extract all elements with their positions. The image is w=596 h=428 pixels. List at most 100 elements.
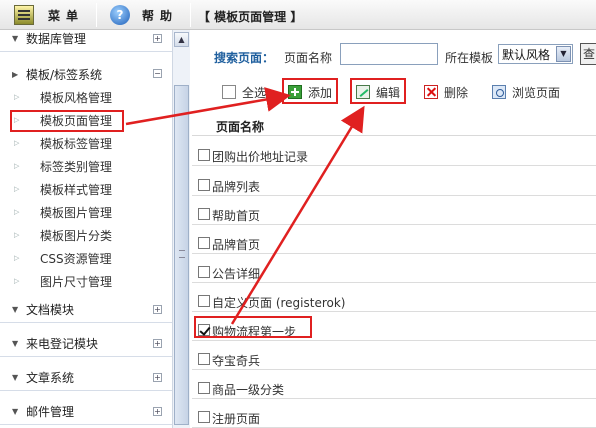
sidebar-group-article[interactable]: ▼ 文章系统 + <box>0 365 172 391</box>
collapse-icon[interactable]: − <box>153 69 162 78</box>
row-label: 夺宝奇兵 <box>212 354 261 368</box>
sidebar: ▼ 数据库管理 + ▶ 模板/标签系统 − ▷ 模板风格管理 ▷ 模板页面管理 … <box>0 30 172 428</box>
scrollbar-thumb[interactable] <box>174 85 189 425</box>
row-checkbox[interactable] <box>198 382 210 394</box>
dotted-arrow-icon: ▷ <box>14 254 20 262</box>
sidebar-group-database[interactable]: ▼ 数据库管理 + <box>0 30 172 52</box>
sidebar-item-template-tag[interactable]: ▷ 模板标签管理 <box>14 133 112 153</box>
delete-icon <box>424 85 438 99</box>
column-header-page-name: 页面名称 <box>216 120 265 134</box>
sidebar-item-label: 图片尺寸管理 <box>40 274 113 289</box>
row-label: 品牌列表 <box>212 180 261 194</box>
sidebar-group-label: 文章系统 <box>26 371 75 385</box>
sidebar-item-label: 模板标签管理 <box>40 136 113 151</box>
table-row[interactable]: 自定义页面 (registerok) <box>192 289 596 312</box>
table-header: 页面名称 <box>192 114 596 136</box>
scroll-up-icon[interactable]: ▲ <box>174 32 189 47</box>
sidebar-group-document[interactable]: ▼ 文档模块 + <box>0 297 172 323</box>
caret-down-icon: ▼ <box>12 373 19 382</box>
annotation-highlight-box <box>10 110 124 132</box>
help-label: 帮助 <box>142 8 179 23</box>
sidebar-scrollbar[interactable]: ▲ <box>172 30 190 428</box>
row-checkbox[interactable] <box>198 179 210 191</box>
sidebar-item-label: 模板图片管理 <box>40 205 113 220</box>
select-all-label: 全选 <box>242 85 267 100</box>
expand-icon[interactable]: + <box>153 339 162 348</box>
caret-down-icon: ▼ <box>12 407 19 416</box>
annotation-highlight-box <box>350 78 406 104</box>
row-label: 团购出价地址记录 <box>212 150 309 164</box>
search-label: 搜索页面： <box>214 51 275 65</box>
annotation-highlight-box <box>282 78 338 104</box>
main-content: 搜索页面： 页面名称 所在模板 默认风格 ▼ 查询 全选 添加 编辑 删除 浏览… <box>192 30 596 428</box>
sidebar-item-label: 模板图片分类 <box>40 228 113 243</box>
row-label: 公告详细 <box>212 267 261 281</box>
row-checkbox[interactable] <box>198 411 210 423</box>
row-checkbox[interactable] <box>198 353 210 365</box>
expand-icon[interactable]: + <box>153 34 162 43</box>
sidebar-item-image-size[interactable]: ▷ 图片尺寸管理 <box>14 271 112 291</box>
row-checkbox[interactable] <box>198 295 210 307</box>
row-label: 品牌首页 <box>212 238 261 252</box>
sidebar-group-label: 数据库管理 <box>26 32 87 46</box>
caret-down-icon: ▼ <box>12 339 19 348</box>
sidebar-group-label: 模板/标签系统 <box>26 67 103 82</box>
sidebar-group-label: 文档模块 <box>26 303 75 317</box>
help-button[interactable]: ? 帮助 <box>110 4 178 26</box>
delete-label: 删除 <box>444 85 469 100</box>
table-row[interactable]: 团购出价地址记录 <box>192 143 596 166</box>
expand-icon[interactable]: + <box>153 373 162 382</box>
browse-label: 浏览页面 <box>512 85 561 100</box>
sidebar-item-label: 模板风格管理 <box>40 90 113 105</box>
template-select[interactable]: 默认风格 ▼ <box>498 44 573 64</box>
expand-icon[interactable]: + <box>153 305 162 314</box>
help-icon: ? <box>110 5 130 25</box>
row-label: 商品一级分类 <box>212 383 285 397</box>
table-row[interactable]: 品牌列表 <box>192 173 596 196</box>
template-select-value: 默认风格 <box>502 47 551 62</box>
sidebar-group-call-log[interactable]: ▼ 来电登记模块 + <box>0 331 172 357</box>
annotation-highlight-box <box>194 316 312 338</box>
page-name-input[interactable] <box>340 43 438 65</box>
action-toolbar: 全选 添加 编辑 删除 浏览页面 <box>192 78 596 104</box>
dotted-arrow-icon: ▷ <box>14 231 20 239</box>
row-label: 自定义页面 (registerok) <box>212 296 346 310</box>
dotted-arrow-icon: ▷ <box>14 208 20 216</box>
table-row[interactable]: 公告详细 <box>192 260 596 283</box>
table-row[interactable]: 注册页面 <box>192 405 596 428</box>
sidebar-item-css-resource[interactable]: ▷ CSS资源管理 <box>14 248 112 268</box>
dotted-arrow-icon: ▷ <box>14 185 20 193</box>
sidebar-item-tag-category[interactable]: ▷ 标签类别管理 <box>14 156 112 176</box>
row-checkbox[interactable] <box>198 237 210 249</box>
menu-button[interactable]: 菜单 <box>14 4 84 26</box>
chevron-down-icon[interactable]: ▼ <box>556 46 571 62</box>
sidebar-item-template-image[interactable]: ▷ 模板图片管理 <box>14 202 112 222</box>
delete-button[interactable]: 删除 <box>424 83 468 101</box>
sidebar-item-image-category[interactable]: ▷ 模板图片分类 <box>14 225 112 245</box>
table-row[interactable]: 夺宝奇兵 <box>192 347 596 370</box>
sidebar-item-template-css[interactable]: ▷ 模板样式管理 <box>14 179 112 199</box>
browse-icon <box>492 85 506 99</box>
sidebar-group-template[interactable]: ▶ 模板/标签系统 − <box>0 61 172 87</box>
checkbox-icon[interactable] <box>222 85 236 99</box>
search-bar: 搜索页面： 页面名称 所在模板 默认风格 ▼ 查询 <box>192 40 596 66</box>
toolbar-divider <box>190 3 191 27</box>
expand-icon[interactable]: + <box>153 407 162 416</box>
dotted-arrow-icon: ▷ <box>14 139 20 147</box>
table-row[interactable]: 品牌首页 <box>192 231 596 254</box>
table-row[interactable]: 商品一级分类 <box>192 376 596 399</box>
page-name-label: 页面名称 <box>284 51 333 65</box>
row-checkbox[interactable] <box>198 208 210 220</box>
caret-down-icon: ▼ <box>12 305 19 314</box>
query-button[interactable]: 查询 <box>580 43 596 65</box>
caret-right-icon: ▶ <box>12 69 19 79</box>
table-row[interactable]: 帮助首页 <box>192 202 596 225</box>
row-checkbox[interactable] <box>198 149 210 161</box>
select-all-toggle[interactable]: 全选 <box>222 83 266 101</box>
top-toolbar: 菜单 ? 帮助 【 模板页面管理 】 <box>0 0 596 30</box>
sidebar-group-mail[interactable]: ▼ 邮件管理 + <box>0 399 172 425</box>
browse-page-button[interactable]: 浏览页面 <box>492 83 560 101</box>
sidebar-item-label: 模板样式管理 <box>40 182 113 197</box>
sidebar-item-template-style[interactable]: ▷ 模板风格管理 <box>14 87 112 107</box>
row-checkbox[interactable] <box>198 266 210 278</box>
